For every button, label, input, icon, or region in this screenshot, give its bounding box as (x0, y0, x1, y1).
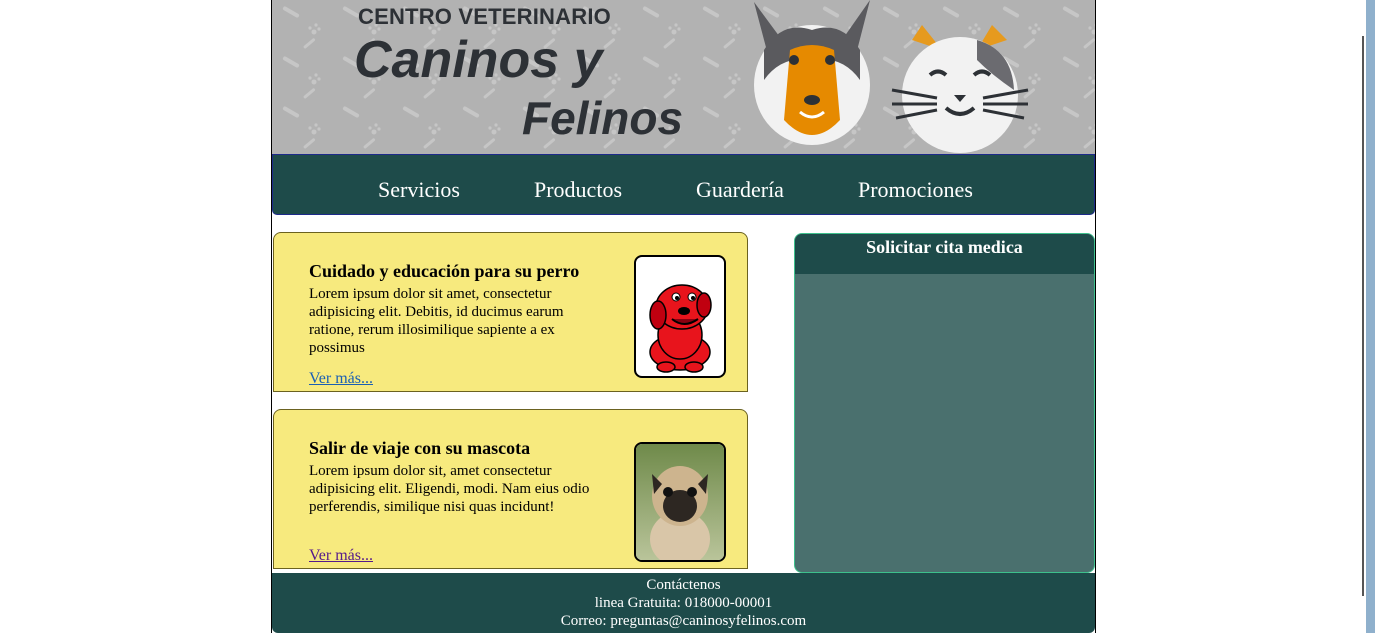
article-image-pug (634, 442, 726, 562)
page-container: CENTRO VETERINARIO Caninos y Felinos Ser… (271, 0, 1096, 633)
brand-title-line2: Felinos (522, 92, 684, 144)
footer-phone: linea Gratuita: 018000-00001 (594, 595, 773, 611)
article-card: Cuidado y educación para su perro Lorem … (273, 232, 748, 392)
footer-contact-label: Contáctenos (646, 577, 721, 593)
appointment-panel: Solicitar cita medica (794, 233, 1095, 573)
main-nav: Servicios Productos Guardería Promocione… (272, 154, 1095, 215)
nav-item-guarderia[interactable]: Guardería (696, 177, 784, 203)
nav-item-servicios[interactable]: Servicios (378, 177, 460, 203)
read-more-link[interactable]: Ver más... (309, 547, 373, 565)
dog-icon (754, 0, 870, 145)
vertical-scrollbar[interactable] (1366, 0, 1375, 633)
nav-item-promociones[interactable]: Promociones (858, 177, 973, 203)
article-image-red-dog (634, 255, 726, 378)
footer: Contáctenos linea Gratuita: 018000-00001… (272, 573, 1095, 633)
article-body: Lorem ipsum dolor sit amet, consectetur … (309, 286, 564, 356)
nav-item-productos[interactable]: Productos (534, 177, 622, 203)
appointment-title: Solicitar cita medica (795, 234, 1094, 274)
article-title: Cuidado y educación para su perro (309, 261, 580, 281)
cat-icon (891, 25, 1029, 153)
scrollbar-track-line (1362, 36, 1364, 596)
article-body: Lorem ipsum dolor sit, amet consectetur … (309, 463, 590, 515)
article-title: Salir de viaje con su mascota (309, 438, 531, 458)
header-banner: CENTRO VETERINARIO Caninos y Felinos (272, 0, 1095, 155)
article-card: Salir de viaje con su mascota Lorem ipsu… (273, 409, 748, 569)
brand-title-line1: Caninos y (354, 31, 603, 89)
read-more-link[interactable]: Ver más... (309, 370, 373, 388)
brand-subtitle: CENTRO VETERINARIO (358, 4, 611, 29)
footer-email: Correo: preguntas@caninosyfelinos.com (560, 613, 807, 629)
dog-and-cat-logo (754, 0, 1029, 153)
